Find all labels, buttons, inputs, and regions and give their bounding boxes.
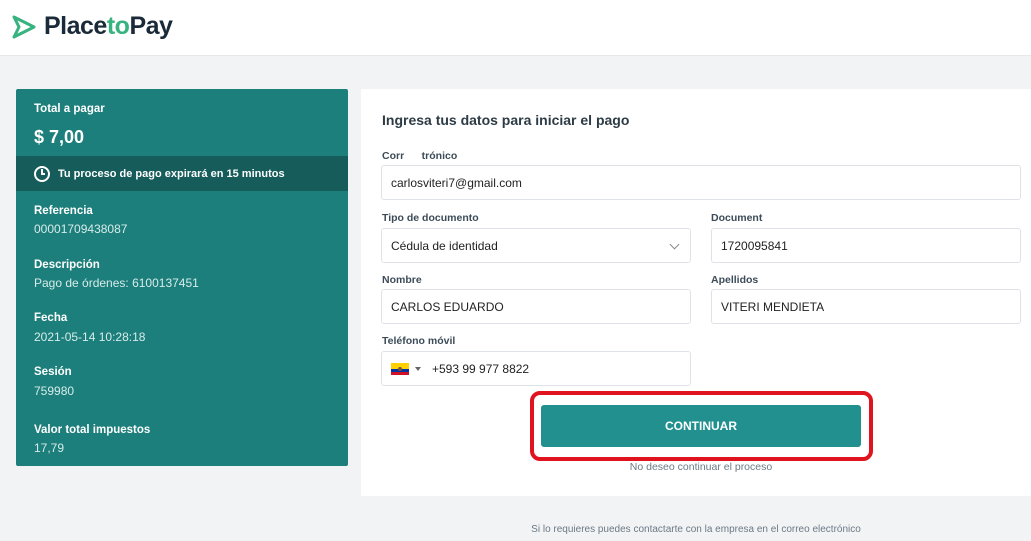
cancel-process-link[interactable]: No deseo continuar el proceso [541,461,861,473]
tax-total-value: 17,79 [34,441,65,455]
first-name-label: Nombre [382,274,422,286]
description-label: Descripción [34,259,100,271]
session-label: Sesión [34,366,72,378]
contact-note: Si lo requieres puedes contactarte con l… [531,524,861,535]
expiration-text: Tu proceso de pago expirará en 15 minuto… [58,167,285,180]
document-number-field[interactable]: 1720095841 [711,228,1021,263]
last-name-label: Apellidos [711,274,759,286]
payment-summary-panel: Total a pagar $ 7,00 Tu proceso de pago … [16,89,348,466]
date-value: 2021-05-14 10:28:18 [34,330,146,344]
header: PlacetoPay [0,0,1031,56]
expiration-notice: Tu proceso de pago expirará en 15 minuto… [16,156,348,191]
date-label: Fecha [34,312,68,324]
logo-to: to [106,12,130,40]
logo-chevron-icon [12,15,36,38]
email-label: Corr trónico [382,150,458,162]
mobile-phone-field[interactable]: +593 99 977 8822 [381,351,691,386]
reference-label: Referencia [34,205,93,217]
mobile-phone-label: Teléfono móvil [382,335,456,347]
last-name-value: VITERI MENDIETA [721,299,825,314]
first-name-value: CARLOS EDUARDO [391,299,504,314]
caret-down-icon[interactable] [415,366,421,371]
tax-total-label: Valor total impuestos [34,424,151,436]
total-label: Total a pagar [34,103,105,115]
logo-place: Place [44,12,107,40]
form-title: Ingresa tus datos para iniciar el pago [382,112,630,128]
continue-button[interactable]: CONTINUAR [541,405,861,447]
clock-icon [34,165,50,182]
mobile-phone-value: +593 99 977 8822 [432,361,530,376]
logo-pay: Pay [129,12,173,40]
document-number-value: 1720095841 [721,238,788,253]
first-name-field[interactable]: CARLOS EDUARDO [381,289,691,324]
email-value: carlosviteri7@gmail.com [391,175,522,190]
ecuador-flag-icon[interactable] [391,362,409,375]
placetopay-logo[interactable]: PlacetoPay [12,12,173,41]
chevron-down-icon [669,239,680,250]
last-name-field[interactable]: VITERI MENDIETA [711,289,1021,324]
email-field[interactable]: carlosviteri7@gmail.com [381,165,1021,200]
document-type-select[interactable]: Cédula de identidad [381,228,691,263]
description-value: Pago de órdenes: 6100137451 [34,276,199,290]
reference-value: 00001709438087 [34,222,128,236]
document-type-label: Tipo de documento [382,212,479,224]
logo-wordmark: PlacetoPay [44,12,173,41]
total-amount: $ 7,00 [34,127,85,147]
session-value: 759980 [34,384,75,398]
document-type-value: Cédula de identidad [391,238,498,253]
document-label: Document [711,212,763,224]
